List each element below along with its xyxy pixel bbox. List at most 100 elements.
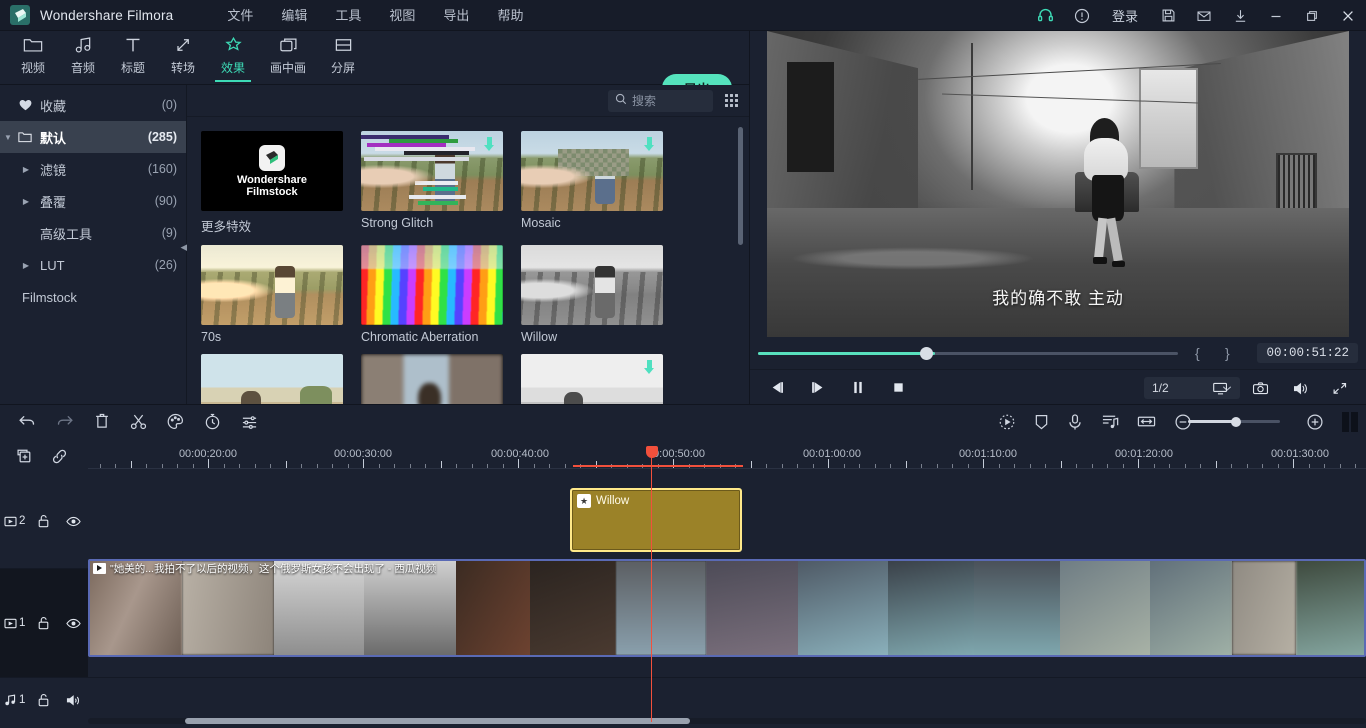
chevron-right-icon[interactable]: ▶ (18, 261, 34, 270)
marker-bars-icon[interactable] (1342, 412, 1358, 432)
zoom-slider-handle[interactable] (1231, 417, 1241, 427)
speaker-icon[interactable] (1280, 370, 1320, 406)
effects-scrollbar-thumb[interactable] (738, 127, 743, 245)
dotted-play-icon[interactable] (998, 413, 1016, 431)
preview-timecode[interactable]: 00:00:51:22 (1257, 343, 1358, 363)
shield-icon[interactable] (1034, 413, 1049, 431)
chevron-right-icon[interactable]: ▶ (18, 165, 34, 174)
sidebar-item-lut[interactable]: ▶ LUT (26) (0, 249, 187, 281)
download-icon[interactable] (484, 137, 495, 153)
mail-icon[interactable] (1186, 0, 1222, 31)
effect-item-willow[interactable]: Willow (521, 245, 663, 344)
undo-button[interactable] (18, 414, 36, 430)
video-track-1-body[interactable]: "她美的...我拍不了以后的视频，这个俄罗斯女孩不会出现了 - 西瓜视频 (88, 569, 1366, 677)
link-chain-icon[interactable] (51, 448, 68, 465)
scrubber-track[interactable] (758, 352, 1178, 355)
add-file-icon[interactable] (16, 448, 33, 465)
timeline-zoom-slider[interactable] (1188, 420, 1280, 423)
download-icon[interactable] (644, 137, 655, 153)
grid-view-icon[interactable] (719, 90, 743, 112)
eye-icon[interactable] (59, 618, 88, 629)
effect-item-row3-b[interactable] (361, 354, 503, 405)
effect-clip-willow[interactable]: ★ Willow (570, 488, 742, 552)
save-icon[interactable] (1150, 0, 1186, 31)
scissors-icon[interactable] (130, 413, 147, 430)
sidebar-item-default[interactable]: ▼ 默认 (285) (0, 121, 187, 153)
download-icon[interactable] (644, 360, 655, 376)
chevron-right-icon[interactable]: ▶ (18, 197, 34, 206)
ruler-left-icons (8, 438, 68, 474)
sidebar-item-filters[interactable]: ▶ 滤镜 (160) (0, 153, 187, 185)
video-preview-area[interactable]: 我的确不敢 主动 (750, 31, 1366, 337)
ruler-tick (146, 464, 147, 468)
effect-item-chromatic-aberration[interactable]: Chromatic Aberration (361, 245, 503, 344)
timeline-ruler[interactable]: 00:00:20:0000:00:30:0000:00:40:0000:00:5… (88, 438, 1366, 474)
tab-video[interactable]: 视频 (8, 34, 58, 76)
sidebar-item-advanced-tools[interactable]: 高级工具 (9) (0, 217, 187, 249)
info-icon[interactable] (1064, 0, 1100, 31)
audio-note-list-icon[interactable] (1101, 413, 1119, 430)
minimize-icon[interactable] (1258, 0, 1294, 31)
prev-frame-button[interactable] (758, 370, 798, 406)
ruler-tick (115, 464, 116, 468)
effect-item-filmstock[interactable]: Wondershare Filmstock 更多特效 (201, 131, 343, 235)
sliders-icon[interactable] (241, 414, 258, 430)
close-icon[interactable] (1330, 0, 1366, 31)
playhead-timeline[interactable] (651, 474, 652, 722)
menu-help[interactable]: 帮助 (483, 0, 537, 31)
search-input[interactable]: 搜索 (608, 90, 713, 112)
effect-item-row3-a[interactable] (201, 354, 343, 405)
speaker-icon[interactable] (59, 694, 88, 707)
unlock-icon[interactable] (29, 616, 58, 630)
palette-icon[interactable] (167, 413, 184, 430)
headset-support-icon[interactable] (1028, 0, 1064, 31)
unlock-icon[interactable] (29, 514, 58, 528)
menu-file[interactable]: 文件 (213, 0, 267, 31)
login-button[interactable]: 登录 (1100, 0, 1150, 31)
effect-item-mosaic[interactable]: Mosaic (521, 131, 663, 235)
plus-circle-icon[interactable] (1306, 413, 1324, 431)
expand-arrows-icon[interactable] (1320, 370, 1360, 406)
sidebar-item-favorites[interactable]: 收藏 (0) (0, 89, 187, 121)
tab-split-screen[interactable]: 分屏 (318, 34, 368, 76)
playhead-ruler[interactable] (651, 446, 652, 474)
audio-track-1-body[interactable] (88, 678, 1366, 722)
play-icon[interactable] (93, 563, 106, 574)
mark-out-icon[interactable]: } (1225, 345, 1230, 361)
ruler-tick (1216, 461, 1217, 468)
microphone-icon[interactable] (1067, 413, 1083, 431)
eye-icon[interactable] (59, 516, 88, 527)
tab-transition[interactable]: 转场 (158, 34, 208, 76)
video-track-2-body[interactable]: ★ Willow (88, 474, 1366, 568)
sidebar-item-filmstock[interactable]: Filmstock (0, 281, 187, 313)
video-clip-main[interactable]: "她美的...我拍不了以后的视频，这个俄罗斯女孩不会出现了 - 西瓜视频 (88, 559, 1366, 657)
menu-edit[interactable]: 编辑 (267, 0, 321, 31)
monitor-icon[interactable] (1200, 370, 1240, 406)
maximize-icon[interactable] (1294, 0, 1330, 31)
menu-export[interactable]: 导出 (429, 0, 483, 31)
scrubber-handle[interactable] (920, 347, 933, 360)
download-icon[interactable] (1222, 0, 1258, 31)
redo-button[interactable] (56, 414, 74, 430)
tab-pip[interactable]: 画中画 (258, 34, 318, 76)
menu-view[interactable]: 视图 (375, 0, 429, 31)
camera-icon[interactable] (1240, 370, 1280, 406)
stop-button[interactable] (878, 370, 918, 406)
sidebar-item-overlays[interactable]: ▶ 叠覆 (90) (0, 185, 187, 217)
tab-effects[interactable]: 效果 (208, 34, 258, 76)
tab-audio[interactable]: 音频 (58, 34, 108, 76)
stopwatch-icon[interactable] (204, 413, 221, 430)
timeline-hscrollbar-thumb[interactable] (185, 718, 690, 724)
next-frame-button[interactable] (798, 370, 838, 406)
chevron-down-icon[interactable]: ▼ (0, 133, 16, 142)
mark-in-icon[interactable]: { (1195, 345, 1200, 361)
pause-button[interactable] (838, 370, 878, 406)
effect-item-strong-glitch[interactable]: Strong Glitch (361, 131, 503, 235)
tab-title[interactable]: 标题 (108, 34, 158, 76)
unlock-icon[interactable] (29, 693, 58, 707)
fit-width-icon[interactable] (1137, 414, 1156, 429)
menu-tools[interactable]: 工具 (321, 0, 375, 31)
effect-item-70s[interactable]: 70s (201, 245, 343, 344)
trash-icon[interactable] (94, 413, 110, 430)
effect-item-row3-c[interactable] (521, 354, 663, 405)
